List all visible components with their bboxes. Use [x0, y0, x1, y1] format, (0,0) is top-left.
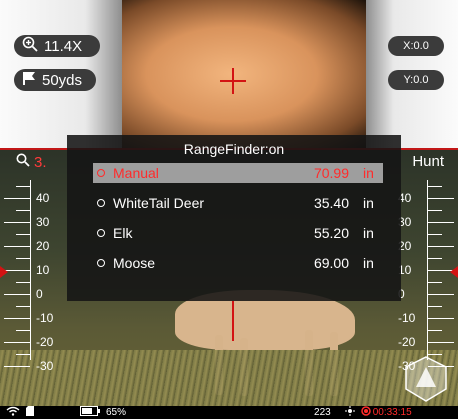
- brightness-icon: [344, 406, 355, 419]
- menu-item-unit: in: [363, 225, 374, 241]
- ruler-tick-minor: [16, 354, 30, 355]
- radio-dot-icon: [97, 259, 105, 267]
- ruler-tick-major: [428, 342, 454, 343]
- menu-item-value: 35.40: [313, 195, 349, 211]
- ruler-tick-major: [428, 294, 454, 295]
- mode-label: Hunt: [412, 153, 444, 170]
- menu-item-name: WhiteTail Deer: [113, 195, 205, 211]
- crosshair-vertical: [232, 68, 234, 94]
- ruler-spine: [30, 180, 31, 360]
- zoom-in-icon: [22, 36, 38, 56]
- x-offset-pill[interactable]: X:0.0: [388, 36, 444, 56]
- battery-percent: 65%: [106, 407, 127, 418]
- ruler-tick-minor: [16, 330, 30, 331]
- ruler-tick-major: [428, 222, 454, 223]
- ruler-tick-minor: [428, 306, 442, 307]
- ruler-right-marker: [450, 266, 458, 278]
- ruler-tick-major: [4, 366, 30, 367]
- ruler-tick-minor: [428, 258, 442, 259]
- ruler-label: -20: [36, 335, 54, 349]
- menu-item[interactable]: Manual 70.99 in: [93, 163, 383, 183]
- ruler-label: 0: [36, 287, 43, 301]
- distance-value: 50yds: [42, 71, 83, 89]
- scope-viewport: 11.4X 50yds X:0.0 Y:0.0 3. Hunt 40 30 20 10…: [0, 0, 458, 419]
- menu-item[interactable]: Moose 69.00 in: [93, 253, 383, 273]
- ruler-tick-major: [428, 198, 454, 199]
- ruler-tick-minor: [16, 234, 30, 235]
- ruler-left: 40 30 20 10 0 -10 -20 -30: [0, 172, 66, 372]
- status-bar: 65% 223 00:33:15: [0, 406, 458, 419]
- ruler-label: -20: [398, 335, 416, 349]
- ruler-label: -30: [36, 359, 54, 373]
- ruler-tick-minor: [16, 282, 30, 283]
- ruler-spine: [427, 180, 428, 360]
- ruler-tick-minor: [16, 306, 30, 307]
- ruler-tick-minor: [428, 234, 442, 235]
- ruler-tick-major: [428, 246, 454, 247]
- magnifier-icon: [16, 153, 30, 171]
- ruler-tick-minor: [428, 330, 442, 331]
- radio-dot-icon: [97, 229, 105, 237]
- distance-pill[interactable]: 50yds: [14, 69, 96, 91]
- menu-item[interactable]: WhiteTail Deer 35.40 in: [93, 193, 383, 213]
- menu-item[interactable]: Elk 55.20 in: [93, 223, 383, 243]
- ruler-label: 10: [36, 263, 50, 277]
- ruler-tick-minor: [16, 258, 30, 259]
- y-offset-value: Y:0.0: [403, 74, 429, 86]
- menu-item-value: 70.99: [313, 165, 349, 181]
- wifi-icon: [6, 406, 20, 419]
- ruler-label: -10: [398, 311, 416, 325]
- ruler-right: 403020100-10-20-30: [392, 172, 458, 372]
- menu-item-value: 69.00: [313, 255, 349, 271]
- menu-item-unit: in: [363, 165, 374, 181]
- zoom-value: 11.4X: [44, 37, 83, 55]
- grass-foreground: [0, 350, 458, 406]
- record-icon: [360, 406, 371, 419]
- menu-item-unit: in: [363, 255, 374, 271]
- ruler-label: -10: [36, 311, 54, 325]
- x-offset-value: X:0.0: [403, 40, 429, 52]
- frame-counter: 223: [314, 407, 331, 418]
- ruler-label: 40: [36, 191, 50, 205]
- menu-item-name: Moose: [113, 255, 156, 271]
- battery-icon: [80, 406, 100, 419]
- ruler-tick-minor: [428, 210, 442, 211]
- ruler-label: 20: [36, 239, 50, 253]
- reticle-lower-line: [232, 301, 234, 341]
- flag-icon: [22, 71, 36, 89]
- radio-dot-icon: [97, 169, 105, 177]
- menu-item-unit: in: [363, 195, 374, 211]
- ruler-tick-major: [4, 222, 30, 223]
- accufire-logo: [402, 355, 450, 403]
- ruler-left-marker: [0, 266, 8, 278]
- menu-item-name: Elk: [113, 225, 133, 241]
- menu-item-name: Manual: [113, 165, 159, 181]
- sdcard-icon: [26, 406, 34, 419]
- radio-dot-icon: [97, 199, 105, 207]
- scope-scene-upper: [122, 0, 366, 148]
- ruler-tick-major: [4, 318, 30, 319]
- ruler-tick-minor: [16, 186, 30, 187]
- menu-item-value: 55.20: [313, 225, 349, 241]
- rangefinder-menu: RangeFinder:on Manual 70.99 in WhiteTail De…: [67, 135, 401, 301]
- ruler-tick-major: [428, 318, 454, 319]
- y-offset-pill[interactable]: Y:0.0: [388, 70, 444, 90]
- ruler-tick-major: [4, 198, 30, 199]
- zoom-partial: 3.: [34, 153, 47, 171]
- ruler-tick-major: [4, 342, 30, 343]
- ruler-tick-minor: [428, 186, 442, 187]
- ruler-tick-major: [4, 294, 30, 295]
- ruler-tick-minor: [16, 210, 30, 211]
- ruler-tick-minor: [428, 282, 442, 283]
- zoom-pill[interactable]: 11.4X: [14, 35, 100, 57]
- menu-title: RangeFinder:on: [183, 141, 285, 157]
- zoom-indicator: 3.: [16, 153, 47, 171]
- recording-time: 00:33:15: [372, 407, 412, 418]
- ruler-tick-major: [4, 246, 30, 247]
- ruler-label: 30: [36, 215, 50, 229]
